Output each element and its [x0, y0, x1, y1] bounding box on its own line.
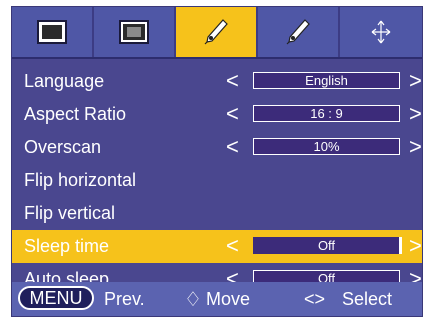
value-box: Off [253, 237, 402, 254]
tab-picture[interactable] [12, 7, 94, 57]
arrow-left[interactable]: < [226, 97, 239, 130]
menu-item-flip-horizontal[interactable]: Flip horizontal [12, 164, 422, 197]
menu-item-label: Sleep time [24, 236, 110, 256]
select-hint: Select [342, 289, 393, 309]
screen-icon [37, 20, 67, 44]
menu-item-flip-vertical[interactable]: Flip vertical [12, 197, 422, 230]
tab-screen[interactable] [94, 7, 176, 57]
arrow-left[interactable]: < [226, 64, 239, 97]
arrow-right[interactable]: > [409, 229, 422, 262]
updown-arrows-icon: ♢ [184, 289, 202, 311]
settings-list: Language < English > Aspect Ratio < 16 :… [12, 65, 422, 296]
tab-options[interactable] [176, 7, 258, 57]
menu-item-label: Flip vertical [24, 203, 116, 223]
menu-item-aspect-ratio[interactable]: Aspect Ratio < 16 : 9 > [12, 98, 422, 131]
value-box: 10% [253, 138, 400, 155]
menu-item-label: Aspect Ratio [24, 104, 127, 124]
menu-button[interactable]: MENU [18, 286, 94, 310]
arrow-right[interactable]: > [409, 64, 422, 97]
footer-hint-bar: MENU Prev. ♢ Move <> Select [12, 282, 422, 316]
menu-item-overscan[interactable]: Overscan < 10% > [12, 131, 422, 164]
arrows-icon [370, 19, 392, 45]
value-box: 16 : 9 [253, 105, 400, 122]
prev-hint: Prev. [104, 289, 145, 309]
tab-options2[interactable] [258, 7, 340, 57]
arrow-right[interactable]: > [409, 130, 422, 163]
pen-icon [285, 18, 311, 46]
pen-icon [203, 18, 229, 46]
arrow-left[interactable]: < [226, 130, 239, 163]
menu-item-label: Flip horizontal [24, 170, 137, 190]
menu-item-language[interactable]: Language < English > [12, 65, 422, 98]
menu-item-label: Language [24, 71, 105, 91]
move-hint: Move [206, 289, 251, 309]
tab-keystone[interactable] [340, 7, 422, 57]
menu-item-sleep-time[interactable]: Sleep time < Off > [12, 230, 422, 263]
arrow-right[interactable]: > [409, 97, 422, 130]
osd-menu: Language < English > Aspect Ratio < 16 :… [11, 6, 423, 317]
menu-item-label: Overscan [24, 137, 102, 157]
tab-bar [12, 7, 422, 59]
screen-inset-icon [119, 20, 149, 44]
leftright-arrows-icon: <> [304, 289, 326, 309]
value-box: English [253, 72, 400, 89]
arrow-left[interactable]: < [226, 229, 239, 262]
